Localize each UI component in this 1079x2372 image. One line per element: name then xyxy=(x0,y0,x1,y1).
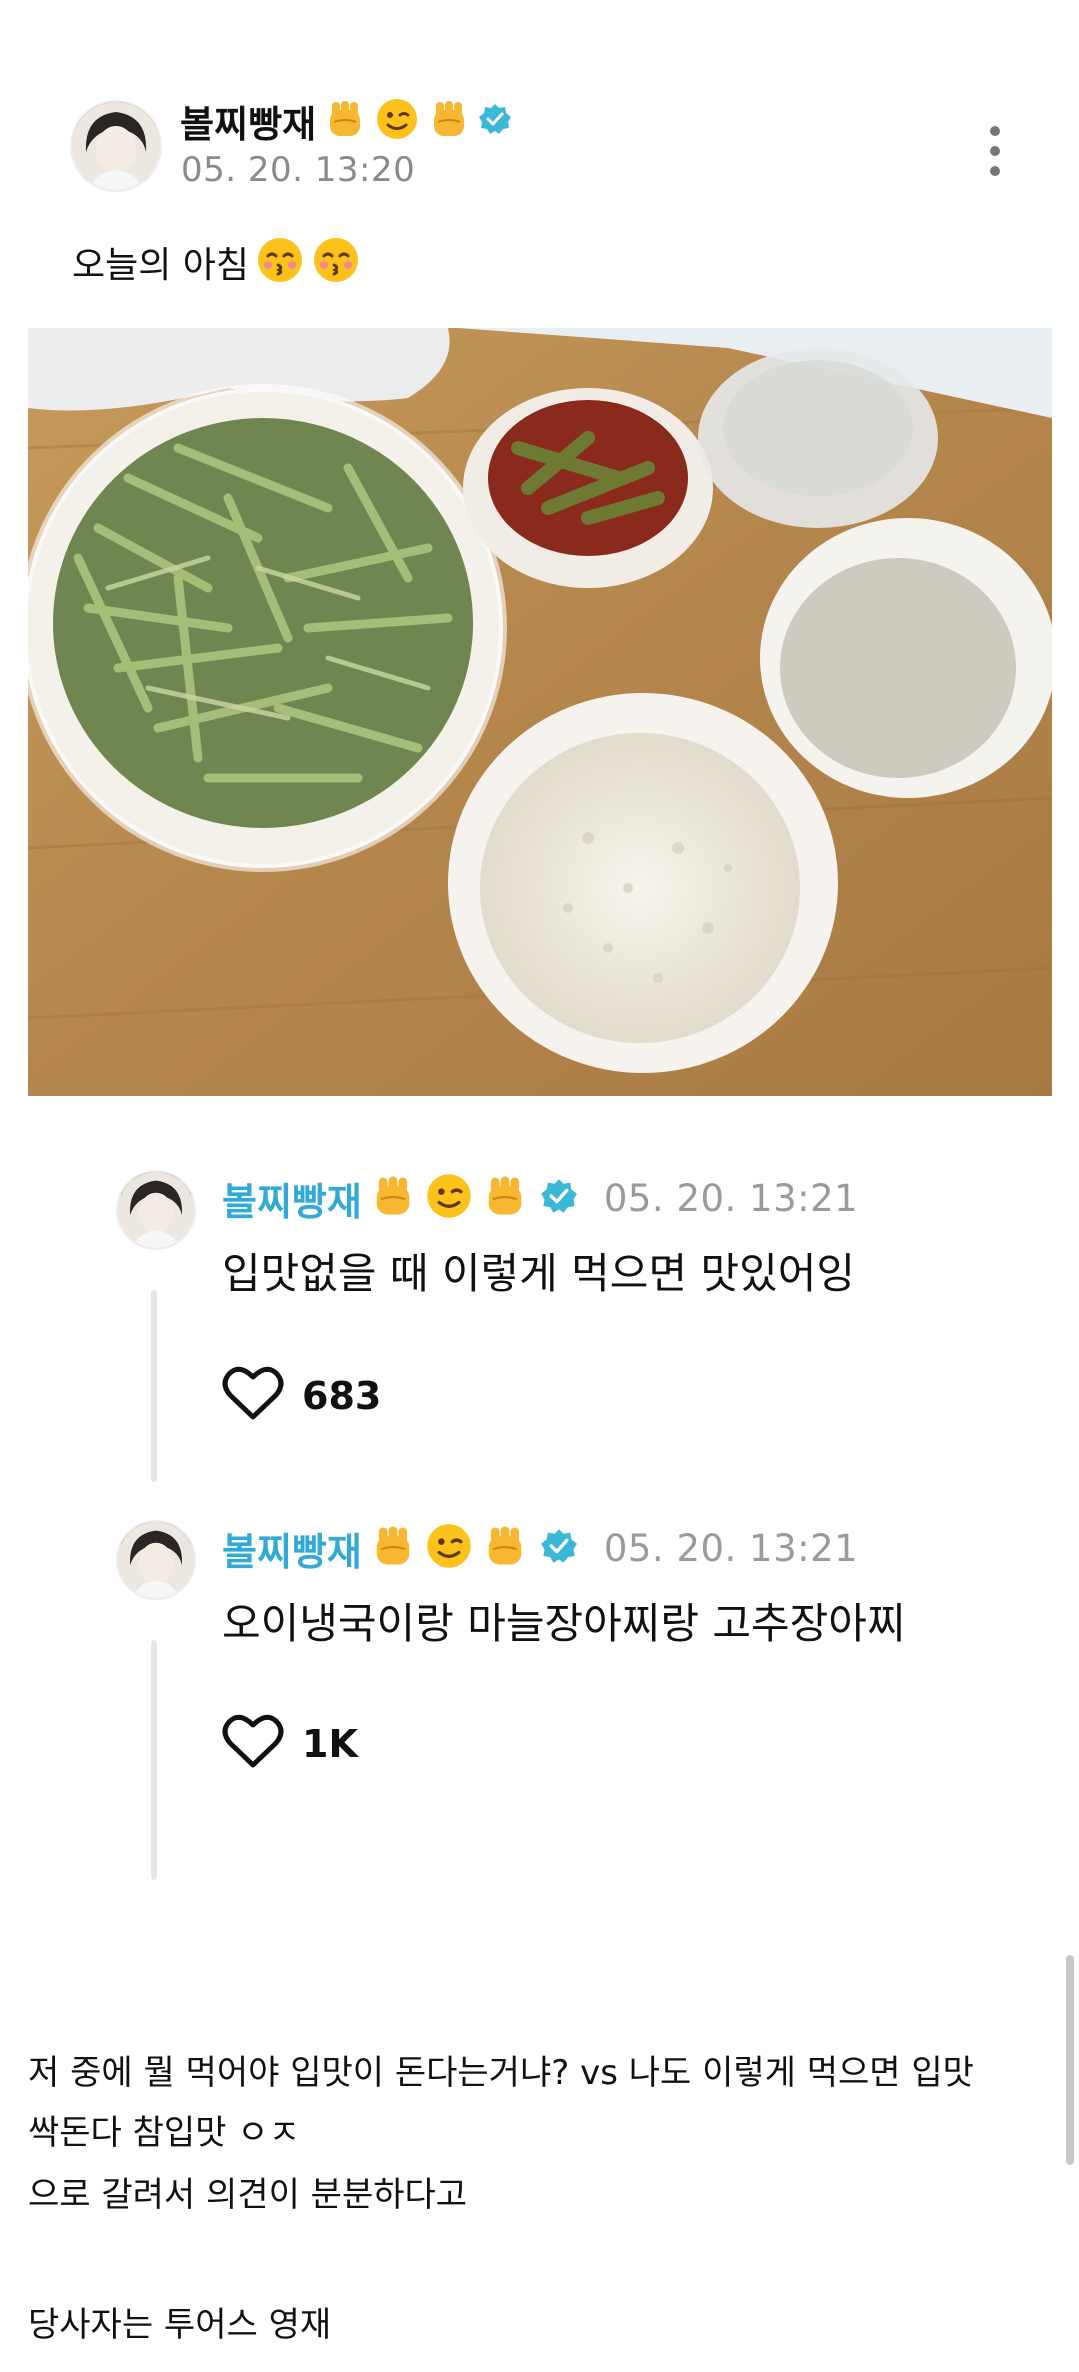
commentary-line: 으로 갈려서 의견이 분분하다고 xyxy=(28,2175,468,2215)
raised-fist-icon xyxy=(426,96,472,146)
scrollbar[interactable] xyxy=(1066,1955,1074,2165)
thread-line xyxy=(151,1290,157,1482)
winking-face-icon xyxy=(424,1171,474,1225)
like-button[interactable]: 683 xyxy=(222,1364,381,1428)
raised-fist-icon xyxy=(480,1521,530,1575)
thread-line xyxy=(151,1640,157,1880)
like-count: 1K xyxy=(302,1722,358,1766)
food-photo-illustration xyxy=(28,328,1052,1096)
post-timestamp: 05. 20. 13:20 xyxy=(181,150,416,190)
like-count: 683 xyxy=(302,1374,382,1418)
commentary-line: 당사자는 투어스 영재 xyxy=(28,2305,332,2345)
reply-author-row: 볼찌빵재 05. 20. 13:21 xyxy=(222,1172,858,1224)
commentary-line: 저 중에 뭘 먹어야 입맛이 돈다는거냐? vs 나도 이렇게 먹으면 입맛 xyxy=(28,2053,974,2093)
reply-timestamp: 05. 20. 13:21 xyxy=(603,1176,859,1220)
caption-text: 오늘의 아침 xyxy=(72,245,250,286)
like-button[interactable]: 1K xyxy=(222,1712,358,1776)
reply-text: 오이냉국이랑 마늘장아찌랑 고추장아찌 xyxy=(222,1599,906,1648)
post-caption: 오늘의 아침 xyxy=(72,232,361,292)
avatar[interactable] xyxy=(70,100,162,192)
winking-face-icon xyxy=(424,1521,474,1575)
raised-fist-icon xyxy=(368,1521,418,1575)
winking-face-icon xyxy=(374,96,420,146)
heart-icon xyxy=(222,1713,284,1775)
username[interactable]: 볼찌빵재 xyxy=(180,94,316,148)
kissing-face-icon xyxy=(255,235,305,289)
reply-author-row: 볼찌빵재 05. 20. 13:21 xyxy=(222,1522,858,1574)
verified-badge-icon xyxy=(540,1527,578,1569)
avatar[interactable] xyxy=(116,1170,196,1250)
post-author-row: 볼찌빵재 xyxy=(180,96,512,146)
food-photo[interactable] xyxy=(28,328,1052,1096)
kissing-face-icon xyxy=(311,235,361,289)
reply-username[interactable]: 볼찌빵재 xyxy=(222,1521,362,1576)
raised-fist-icon xyxy=(322,96,368,146)
verified-badge-icon xyxy=(478,102,512,140)
reply-text: 입맛없을 때 이렇게 먹으면 맛있어잉 xyxy=(222,1249,856,1298)
reply-timestamp: 05. 20. 13:21 xyxy=(603,1526,859,1570)
verified-badge-icon xyxy=(540,1177,578,1219)
commentary-line: 싹돈다 참입맛 ㅇㅈ xyxy=(28,2113,300,2153)
raised-fist-icon xyxy=(480,1171,530,1225)
reply-username[interactable]: 볼찌빵재 xyxy=(222,1171,362,1226)
heart-icon xyxy=(222,1365,284,1427)
kebab-menu-icon[interactable] xyxy=(990,124,1002,180)
avatar[interactable] xyxy=(116,1520,196,1600)
raised-fist-icon xyxy=(368,1171,418,1225)
